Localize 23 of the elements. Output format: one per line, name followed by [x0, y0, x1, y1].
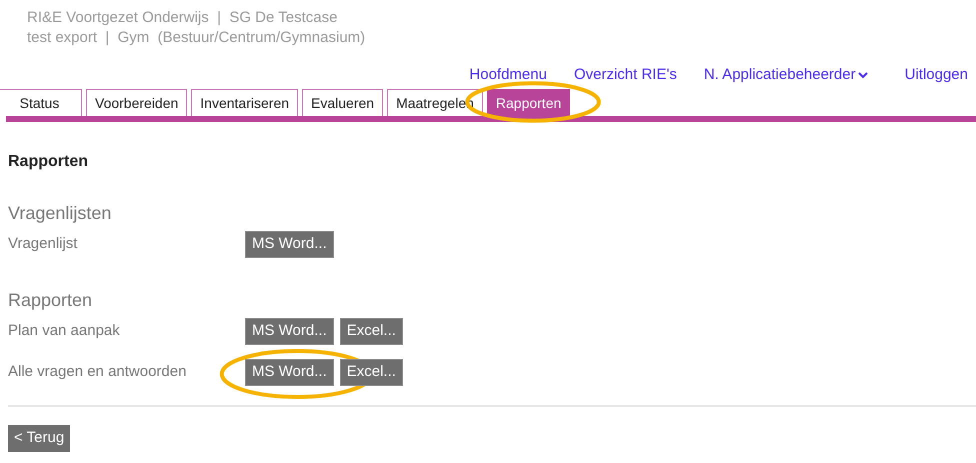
tab[interactable]: Rapporten	[486, 89, 570, 116]
row-label: Vragenlijst	[8, 234, 78, 254]
nav-link[interactable]: Overzicht RIE's	[574, 65, 677, 85]
tab[interactable]: Status	[0, 89, 82, 116]
export-button[interactable]: Excel...	[340, 359, 403, 386]
header-subtitle: test export | Gym (Bestuur/Centrum/Gymnasium)	[27, 28, 366, 48]
header-title: RI&E Voortgezet Onderwijs | SG De Testcase	[27, 8, 338, 28]
tab[interactable]: Voorbereiden	[86, 89, 188, 116]
tab[interactable]: Inventariseren	[191, 89, 298, 116]
export-button[interactable]: MS Word...	[245, 359, 334, 386]
page-title: Rapporten	[8, 152, 88, 172]
row-label: Plan van aanpak	[8, 321, 121, 342]
row-label: Alle vragen en antwoorden	[8, 362, 188, 382]
tab[interactable]: Evalueren	[302, 89, 384, 116]
nav-link[interactable]: Hoofdmenu	[469, 65, 547, 85]
section-heading: Vragenlijsten	[8, 202, 112, 224]
export-button[interactable]: Excel...	[340, 318, 403, 345]
export-button[interactable]: MS Word...	[245, 231, 334, 258]
section-heading: Rapporten	[8, 289, 92, 311]
back-button[interactable]: < Terug	[8, 425, 70, 452]
nav-link[interactable]: N. Applicatiebeheerder	[704, 65, 868, 85]
nav-link[interactable]: Uitloggen	[904, 65, 968, 85]
export-button[interactable]: MS Word...	[245, 318, 334, 345]
